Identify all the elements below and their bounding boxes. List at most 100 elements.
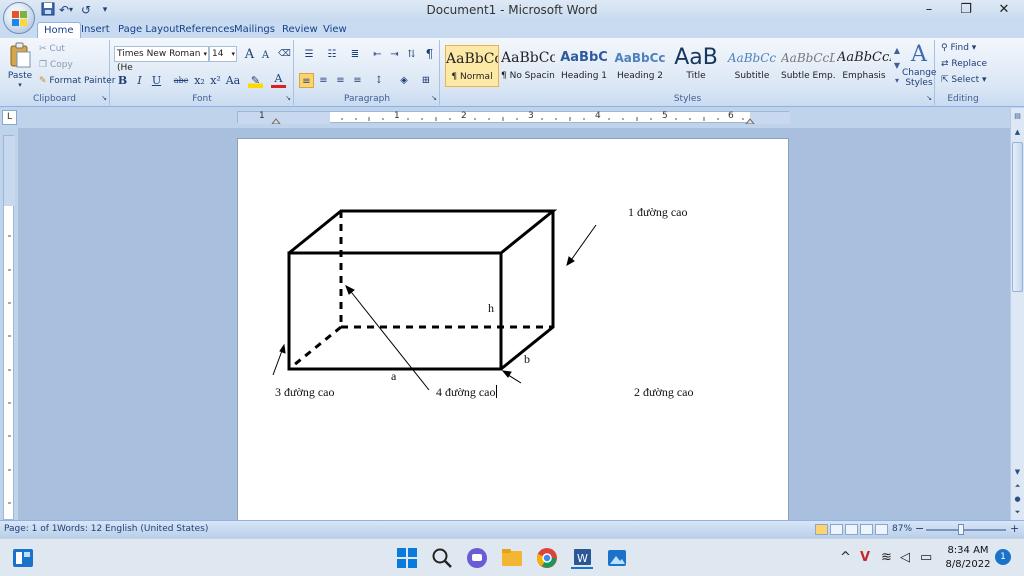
style-subtitle[interactable]: AaBbCc Subtitle <box>725 45 779 87</box>
change-styles-button[interactable]: A Change Styles <box>902 42 936 88</box>
font-name-combo[interactable]: Times New Roman (He ▾ <box>114 46 209 73</box>
decrease-indent-icon[interactable]: ⇤ <box>370 47 385 62</box>
style-no-spacing[interactable]: AaBbCcDc ¶ No Spacing <box>501 45 555 87</box>
web-layout-icon[interactable] <box>845 524 858 535</box>
document-page[interactable]: 1 đường cao h a b 3 đường cao 4 đường ca… <box>237 138 789 528</box>
word-count[interactable]: Words: 12 <box>57 524 102 534</box>
clipboard-launcher-icon[interactable]: ↘ <box>101 94 107 102</box>
tab-home[interactable]: Home <box>37 22 81 38</box>
style-heading-1[interactable]: AaBbC Heading 1 <box>557 45 611 87</box>
tab-insert[interactable]: Insert <box>75 22 116 38</box>
system-clock[interactable]: 8:34 AM 8/8/2022 <box>942 544 994 572</box>
numbering-icon[interactable]: ☷ <box>322 47 342 62</box>
replace-button[interactable]: ⇄ Replace <box>941 59 987 69</box>
outline-view-icon[interactable] <box>860 524 873 535</box>
paste-dropdown-icon[interactable]: ▾ <box>6 81 34 89</box>
strikethrough-button[interactable]: abc <box>171 73 191 88</box>
vertical-scrollbar[interactable]: ▤ ▲ ▼ ⏶ ● ⏷ <box>1010 108 1024 520</box>
style-heading-2[interactable]: AaBbCc Heading 2 <box>613 45 667 87</box>
word-taskbar-icon[interactable]: W <box>571 547 593 569</box>
wifi-icon[interactable]: ≋ <box>881 550 892 566</box>
shrink-font-button[interactable]: A <box>258 48 273 63</box>
zoom-out-button[interactable]: − <box>915 522 924 535</box>
sort-icon[interactable]: ⇅ <box>404 47 419 62</box>
start-icon[interactable] <box>396 547 418 569</box>
full-screen-reading-icon[interactable] <box>830 524 843 535</box>
style-normal[interactable]: AaBbCcDc ¶ Normal <box>445 45 499 87</box>
file-explorer-icon[interactable] <box>501 547 523 569</box>
office-button[interactable] <box>3 2 35 34</box>
italic-button[interactable]: I <box>132 73 147 88</box>
gallery-more-icon[interactable]: ▾ <box>892 74 902 88</box>
antivirus-icon[interactable]: V <box>860 550 870 566</box>
subscript-button[interactable]: x₂ <box>192 73 207 88</box>
cut-button[interactable]: ✂ Cut <box>39 44 65 54</box>
highlight-icon[interactable]: ✎ <box>248 73 263 88</box>
style-emphasis[interactable]: AaBbCcDc Emphasis <box>837 45 891 87</box>
zoom-slider-thumb[interactable] <box>958 524 964 535</box>
bullets-icon[interactable]: ☰ <box>299 47 319 62</box>
paste-button[interactable]: Paste ▾ <box>6 42 34 89</box>
change-case-button[interactable]: Aa <box>224 73 242 88</box>
find-button[interactable]: ⚲ Find ▾ <box>941 43 976 53</box>
font-size-combo[interactable]: 14 ▾ <box>209 46 237 62</box>
align-center-icon[interactable]: ≡ <box>316 73 331 88</box>
page-count[interactable]: Page: 1 of 1 <box>4 524 58 534</box>
style-subtle-emphasis[interactable]: AaBbCcDc Subtle Emp... <box>781 45 835 87</box>
gallery-up-icon[interactable]: ▲ <box>892 44 902 58</box>
scroll-up-icon[interactable]: ▲ <box>1011 126 1024 139</box>
previous-page-icon[interactable]: ⏶ <box>1011 480 1024 493</box>
increase-indent-icon[interactable]: ⇥ <box>387 47 402 62</box>
zoom-level[interactable]: 87% <box>892 524 912 534</box>
font-color-button[interactable]: A <box>271 73 286 88</box>
show-hide-button[interactable]: ¶ <box>422 47 437 62</box>
justify-icon[interactable]: ≡ <box>350 73 365 88</box>
zoom-in-button[interactable]: + <box>1010 522 1019 535</box>
style-title[interactable]: AaB Title <box>669 45 723 87</box>
superscript-button[interactable]: x² <box>208 73 223 88</box>
notification-badge[interactable]: 1 <box>995 549 1011 565</box>
close-button[interactable]: ✕ <box>985 0 1023 20</box>
vertical-ruler[interactable] <box>3 135 15 520</box>
volume-icon[interactable]: ◁ <box>900 550 910 566</box>
bold-button[interactable]: B <box>115 73 130 88</box>
tab-selector[interactable]: L <box>2 110 17 125</box>
styles-launcher-icon[interactable]: ↘ <box>926 94 932 102</box>
chrome-icon[interactable] <box>536 547 558 569</box>
language-status[interactable]: English (United States) <box>105 524 208 534</box>
draft-view-icon[interactable] <box>875 524 888 535</box>
paragraph-launcher-icon[interactable]: ↘ <box>431 94 437 102</box>
print-layout-view-icon[interactable] <box>815 524 828 535</box>
shading-icon[interactable]: ◈ <box>394 73 414 88</box>
copy-button[interactable]: ❐ Copy <box>39 60 73 70</box>
zoom-slider[interactable] <box>926 529 1006 531</box>
grow-font-button[interactable]: A <box>242 47 257 62</box>
select-button[interactable]: ⇱ Select ▾ <box>941 75 987 85</box>
clear-formatting-icon[interactable]: ⌫ <box>277 47 292 62</box>
battery-icon[interactable]: ▭ <box>920 550 932 566</box>
align-left-icon[interactable]: ≡ <box>299 73 314 88</box>
tab-mailings[interactable]: Mailings <box>228 22 281 38</box>
photos-icon[interactable] <box>606 547 628 569</box>
format-painter-button[interactable]: ✎ Format Painter <box>39 76 116 86</box>
teams-chat-icon[interactable] <box>466 547 488 569</box>
font-launcher-icon[interactable]: ↘ <box>285 94 291 102</box>
minimize-button[interactable]: – <box>910 0 948 20</box>
tab-view[interactable]: View <box>317 22 353 38</box>
line-spacing-icon[interactable]: ↕ <box>369 73 389 88</box>
browse-object-icon[interactable]: ● <box>1011 493 1024 506</box>
align-right-icon[interactable]: ≡ <box>333 73 348 88</box>
next-page-icon[interactable]: ⏷ <box>1011 506 1024 519</box>
underline-button[interactable]: U <box>149 73 164 88</box>
borders-icon[interactable]: ⊞ <box>416 73 436 88</box>
gallery-down-icon[interactable]: ▼ <box>892 59 902 73</box>
multilevel-list-icon[interactable]: ≣ <box>345 47 365 62</box>
scroll-down-icon[interactable]: ▼ <box>1011 466 1024 479</box>
scroll-thumb[interactable] <box>1012 142 1023 292</box>
ruler-toggle-icon[interactable]: ▤ <box>1011 110 1024 123</box>
restore-button[interactable]: ❐ <box>947 0 985 20</box>
horizontal-ruler[interactable]: 1 1 2 3 4 5 6 <box>237 111 790 124</box>
widgets-icon[interactable] <box>12 547 34 569</box>
chevron-up-icon[interactable]: ^ <box>840 550 851 566</box>
search-icon[interactable] <box>431 547 453 569</box>
